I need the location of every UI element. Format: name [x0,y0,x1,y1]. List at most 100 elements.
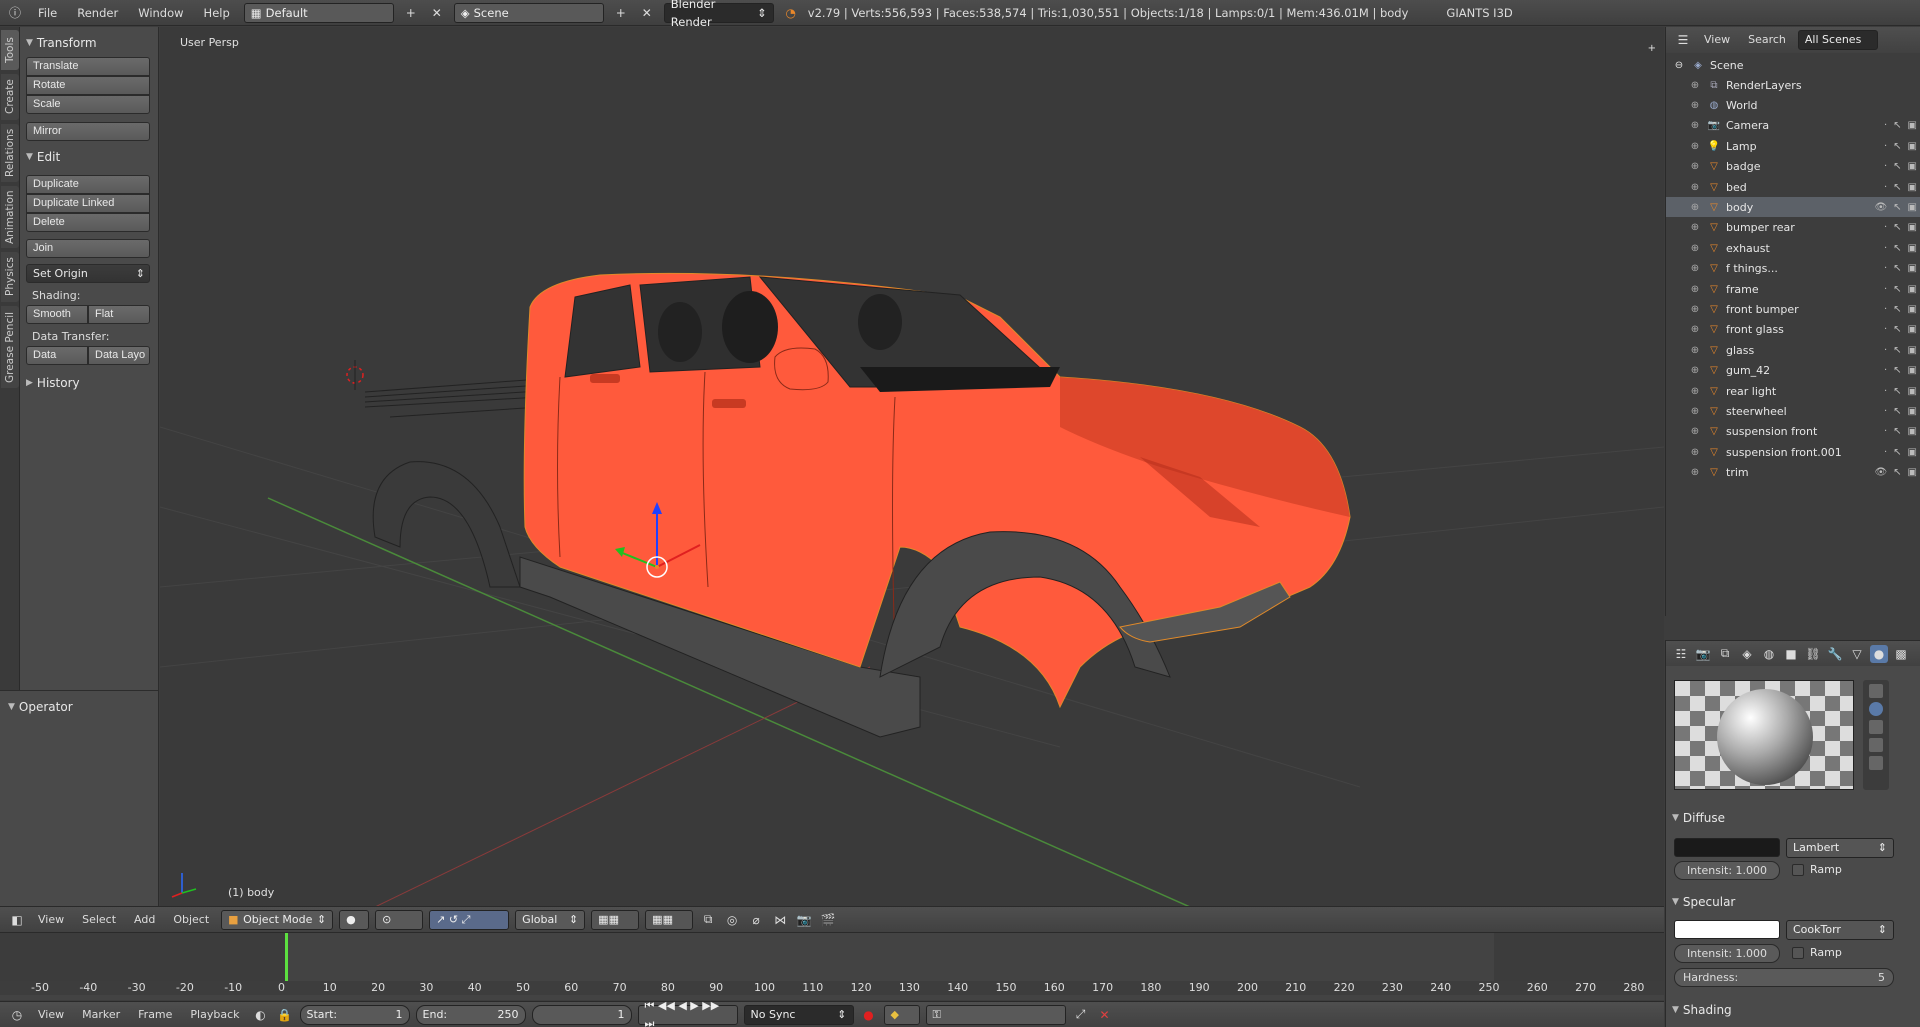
insert-keyframe-icon[interactable]: ⤢ [1072,1006,1090,1024]
outliner-row[interactable]: ⊕ ⧉ RenderLayers [1666,75,1920,95]
expand-icon[interactable]: ⊕ [1688,180,1702,194]
operator-panel-header[interactable]: ▼ Operator [8,697,150,717]
render-tab-icon[interactable]: 📷 [1694,645,1712,663]
current-frame-marker[interactable] [285,933,288,981]
diffuse-shader-selector[interactable]: Lambert ⇕ [1786,838,1894,858]
delete-keyframe-icon[interactable]: ✕ [1096,1006,1114,1024]
visibility-eye-icon[interactable]: 👁 [1874,467,1887,478]
outliner-row[interactable]: ⊕ ▽ bed · ↖ ▣ [1666,177,1920,197]
expand-icon[interactable]: ⊕ [1688,119,1702,133]
render-camera-icon[interactable]: ▣ [1908,243,1917,254]
edit-panel-header[interactable]: ▼ Edit [26,147,152,167]
outliner-item-name[interactable]: bumper rear [1726,221,1795,234]
outliner-item-name[interactable]: frame [1726,283,1759,296]
transform-orientation-selector[interactable]: Global ⇕ [515,909,586,930]
manipulator-toggles[interactable]: ↗ ↺ ⤢ [429,909,510,930]
restriction-toggles[interactable]: · ↖ ▣ [1884,345,1917,356]
restriction-toggles[interactable]: · ↖ ▣ [1884,284,1917,295]
outliner-row[interactable]: ⊕ ▽ body 👁 ↖ ▣ [1666,197,1920,218]
specular-panel-header[interactable]: ▼ Specular [1672,892,1735,912]
collapse-icon[interactable]: ⊖ [1672,58,1686,72]
render-camera-icon[interactable]: ▣ [1908,120,1917,131]
layout-selector[interactable]: ▦ Default [243,2,394,23]
snap-element-icon[interactable]: ⋈ [771,911,789,929]
render-anim-icon[interactable]: 🎬 [819,911,837,929]
sync-mode-selector[interactable]: No Sync ⇕ [743,1004,854,1025]
expand-icon[interactable]: ⊕ [1688,323,1702,337]
visibility-eye-icon[interactable]: · [1884,161,1887,172]
render-engine-selector[interactable]: Blender Render ⇕ [663,0,774,29]
outliner-row[interactable]: ⊕ ▽ suspension front · ↖ ▣ [1666,422,1920,442]
restriction-toggles[interactable]: · ↖ ▣ [1884,161,1917,172]
menu-frame[interactable]: Frame [132,1004,178,1026]
select-cursor-icon[interactable]: ↖ [1893,426,1901,437]
render-camera-icon[interactable]: ▣ [1908,365,1917,376]
world-tab-icon[interactable]: ◍ [1760,645,1778,663]
visibility-eye-icon[interactable]: · [1884,222,1887,233]
menu-view[interactable]: View [32,909,70,931]
expand-icon[interactable]: ⊕ [1688,78,1702,92]
select-cursor-icon[interactable]: ↖ [1893,304,1901,315]
tab-create[interactable]: Create [1,74,19,120]
editor-type-icon[interactable]: ◧ [8,911,26,929]
expand-icon[interactable]: ⊕ [1688,384,1702,398]
menu-marker[interactable]: Marker [76,1004,126,1026]
outliner-item-name[interactable]: World [1726,99,1758,112]
outliner[interactable]: ⊖ ◈ Scene ⊕ ⧉ RenderLayers ⊕ ◍ World ⊕ 📷 Camera ·… [1665,53,1920,616]
menu-search[interactable]: Search [1742,29,1792,51]
duplicate-linked-button[interactable]: Duplicate Linked [26,194,150,213]
expand-icon[interactable]: ⊕ [1688,445,1702,459]
tab-physics[interactable]: Physics [1,252,19,302]
diffuse-panel-header[interactable]: ▼ Diffuse [1672,808,1725,828]
tab-animation[interactable]: Animation [1,186,19,248]
restriction-toggles[interactable]: · ↖ ▣ [1884,426,1917,437]
lock-icon[interactable]: 🔒 [276,1006,294,1024]
hair-preview-icon[interactable] [1869,756,1883,770]
outliner-row[interactable]: ⊕ ▽ front glass · ↖ ▣ [1666,320,1920,340]
translate-button[interactable]: Translate [26,57,150,76]
transform-panel-header[interactable]: ▼ Transform [26,33,152,53]
ramp-checkbox[interactable] [1792,864,1804,876]
mode-selector[interactable]: ■ Object Mode ⇕ [221,909,334,930]
outliner-item-name[interactable]: trim [1726,466,1749,479]
scene-tab-icon[interactable]: ◈ [1738,645,1756,663]
outliner-item-name[interactable]: steerwheel [1726,405,1787,418]
visibility-eye-icon[interactable]: · [1884,284,1887,295]
outliner-item-name[interactable]: suspension front [1726,425,1817,438]
outliner-row[interactable]: ⊕ ▽ f things... · ↖ ▣ [1666,259,1920,279]
render-camera-icon[interactable]: ▣ [1908,161,1917,172]
set-origin-dropdown[interactable]: Set Origin ⇕ [26,264,150,283]
diffuse-color-swatch[interactable] [1674,838,1780,857]
outliner-item-name[interactable]: body [1726,201,1753,214]
select-cursor-icon[interactable]: ↖ [1893,182,1901,193]
expand-icon[interactable]: ⊕ [1688,404,1702,418]
menu-help[interactable]: Help [198,2,236,24]
material-tab-icon[interactable]: ● [1870,644,1888,663]
data-layout-button[interactable]: Data Layo [88,346,150,365]
menu-add[interactable]: Add [128,909,161,931]
render-camera-icon[interactable]: ▣ [1908,406,1917,417]
visibility-eye-icon[interactable]: · [1884,304,1887,315]
data-tab-icon[interactable]: ▽ [1848,645,1866,663]
restriction-toggles[interactable]: · ↖ ▣ [1884,120,1917,131]
expand-icon[interactable]: ⊕ [1688,302,1702,316]
expand-icon[interactable]: ⊕ [1688,98,1702,112]
restriction-toggles[interactable]: · ↖ ▣ [1884,406,1917,417]
expand-icon[interactable]: ⊕ [1688,364,1702,378]
render-camera-icon[interactable]: ▣ [1908,426,1917,437]
preview-range-icon[interactable]: ◐ [252,1006,270,1024]
tab-grease-pencil[interactable]: Grease Pencil [1,306,19,388]
remove-scene-icon[interactable]: ✕ [638,4,656,22]
select-cursor-icon[interactable]: ↖ [1893,243,1901,254]
shade-smooth-button[interactable]: Smooth [26,305,88,324]
outliner-row[interactable]: ⊕ ▽ frame · ↖ ▣ [1666,279,1920,299]
menu-view[interactable]: View [1698,29,1736,51]
visibility-eye-icon[interactable]: · [1884,365,1887,376]
render-camera-icon[interactable]: ▣ [1908,386,1917,397]
restriction-toggles[interactable]: · ↖ ▣ [1884,324,1917,335]
outliner-item-name[interactable]: Lamp [1726,140,1757,153]
outliner-row[interactable]: ⊕ ◍ World [1666,95,1920,115]
editor-type-icon[interactable]: ☷ [1672,645,1690,663]
outliner-item-name[interactable]: badge [1726,160,1760,173]
outliner-item-name[interactable]: suspension front.001 [1726,446,1842,459]
